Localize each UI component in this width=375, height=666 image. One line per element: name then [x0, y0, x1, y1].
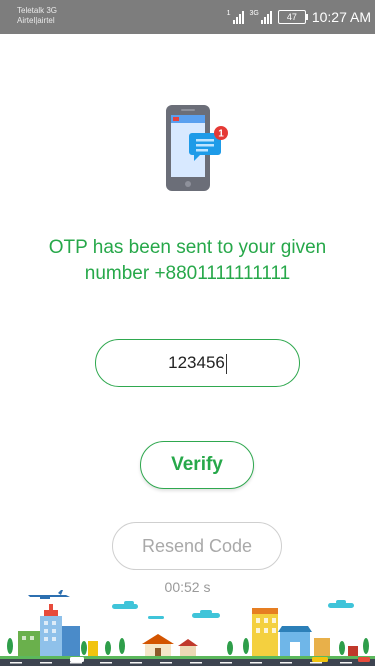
airplane-icon: [28, 590, 70, 599]
status-icons: 1 3G 47 10:27 AM: [227, 9, 371, 25]
resend-code-button[interactable]: Resend Code: [112, 522, 282, 570]
otp-code-input[interactable]: 123456: [95, 339, 300, 387]
network-type: 3G: [249, 10, 259, 17]
carrier-info: Teletalk 3G Airtel|airtel: [17, 6, 57, 26]
clock: 10:27 AM: [311, 9, 371, 25]
otp-code-value: 123456: [168, 353, 225, 372]
status-bar: Teletalk 3G Airtel|airtel 1 3G 47 10:27 …: [0, 0, 375, 34]
otp-sent-message: OTP has been sent to your given number +…: [48, 237, 327, 284]
svg-text:1: 1: [218, 129, 224, 140]
signal-3g-icon: 3G: [250, 10, 272, 24]
verify-button[interactable]: Verify: [140, 441, 254, 489]
battery-icon: 47: [277, 10, 308, 24]
text-cursor: [225, 353, 227, 374]
carrier-1: Teletalk 3G: [17, 6, 58, 15]
city-skyline-illustration: [0, 590, 375, 666]
phone-notification-icon: 1: [166, 105, 228, 191]
carrier-2: Airtel|airtel: [17, 16, 55, 25]
signal-icon: 1: [227, 10, 244, 24]
